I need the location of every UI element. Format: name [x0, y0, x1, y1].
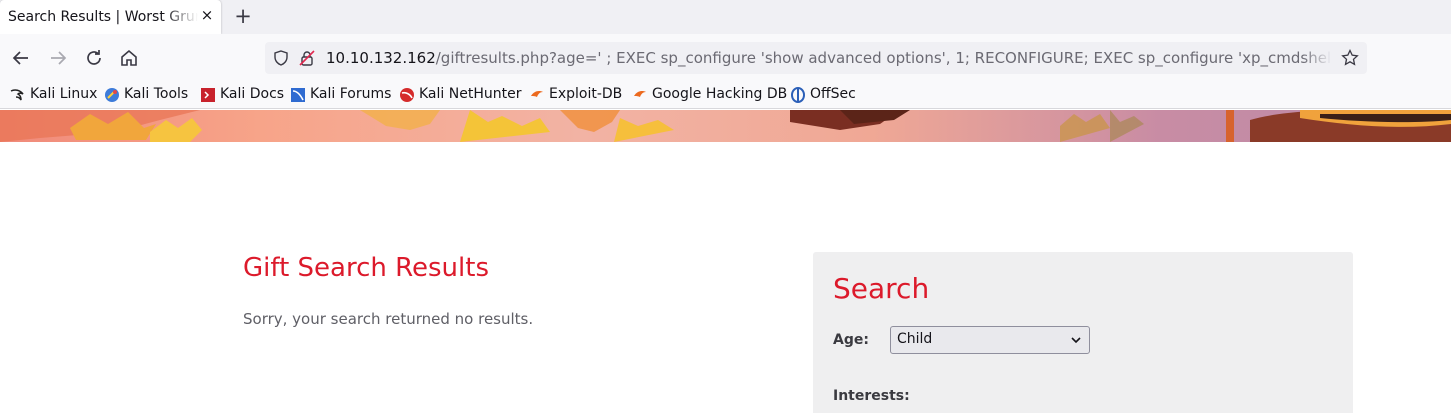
bookmark-label: Kali NetHunter: [419, 86, 522, 102]
age-select[interactable]: Child: [890, 326, 1090, 354]
bookmark-label: Kali Docs: [220, 86, 285, 102]
age-label: Age:: [833, 332, 869, 348]
url-host: 10.10.132.162: [326, 49, 436, 67]
reload-button[interactable]: [82, 46, 106, 70]
bookmark-label: Exploit-DB: [549, 86, 623, 102]
insecure-lock-icon[interactable]: [299, 50, 315, 66]
nethunter-icon: [400, 88, 414, 102]
new-tab-button[interactable]: +: [232, 4, 254, 28]
age-select-value: Child: [897, 331, 933, 347]
navigation-bar: 10.10.132.162/giftresults.php?age=' ; EX…: [0, 34, 1451, 82]
kali-dragon-icon: [10, 89, 24, 101]
bookmark-label: Google Hacking DB: [652, 86, 788, 102]
close-tab-icon[interactable]: ×: [199, 6, 215, 26]
kali-docs-icon: [201, 88, 215, 102]
home-button[interactable]: [117, 46, 141, 70]
url-bar[interactable]: 10.10.132.162/giftresults.php?age=' ; EX…: [265, 42, 1367, 74]
bookmark-label: Kali Tools: [124, 86, 189, 102]
tab-title: Search Results | Worst Grumpy: [8, 9, 198, 25]
back-arrow-icon: [12, 51, 28, 65]
forward-arrow-icon: [51, 51, 67, 65]
forward-button[interactable]: [46, 46, 70, 70]
tab-search-results[interactable]: Search Results | Worst Grumpy ×: [0, 0, 221, 34]
back-button[interactable]: [9, 46, 33, 70]
offsec-icon: [791, 87, 805, 103]
bookmark-label: Kali Forums: [310, 86, 392, 102]
shield-icon[interactable]: [273, 50, 289, 66]
bookmark-star-icon[interactable]: [1341, 49, 1359, 67]
bookmark-label: Kali Linux: [30, 86, 98, 102]
chevron-down-icon: [1071, 337, 1081, 344]
results-heading: Gift Search Results: [243, 253, 489, 283]
search-title: Search: [833, 272, 930, 305]
kali-forums-icon: [291, 88, 305, 102]
reload-icon: [87, 50, 101, 65]
ghdb-icon: [634, 91, 646, 97]
bookmarks-toolbar: Kali Linux Kali Tools Kali Docs Kali For…: [0, 82, 1451, 109]
tab-strip: Search Results | Worst Grumpy × +: [0, 0, 1451, 34]
autumn-leaves-illustration: [0, 110, 1451, 142]
no-results-message: Sorry, your search returned no results.: [243, 310, 534, 328]
bookmark-label: OffSec: [810, 86, 856, 102]
url-text[interactable]: 10.10.132.162/giftresults.php?age=' ; EX…: [326, 49, 1332, 67]
search-panel: Search Age: Child Interests:: [813, 252, 1353, 413]
home-icon: [121, 49, 137, 66]
exploit-db-icon: [531, 91, 543, 97]
url-path: /giftresults.php?age=' ; EXEC sp_configu…: [435, 49, 1332, 67]
kali-tools-icon: [105, 88, 119, 102]
interests-label: Interests:: [833, 388, 910, 404]
header-banner-image: [0, 110, 1451, 142]
